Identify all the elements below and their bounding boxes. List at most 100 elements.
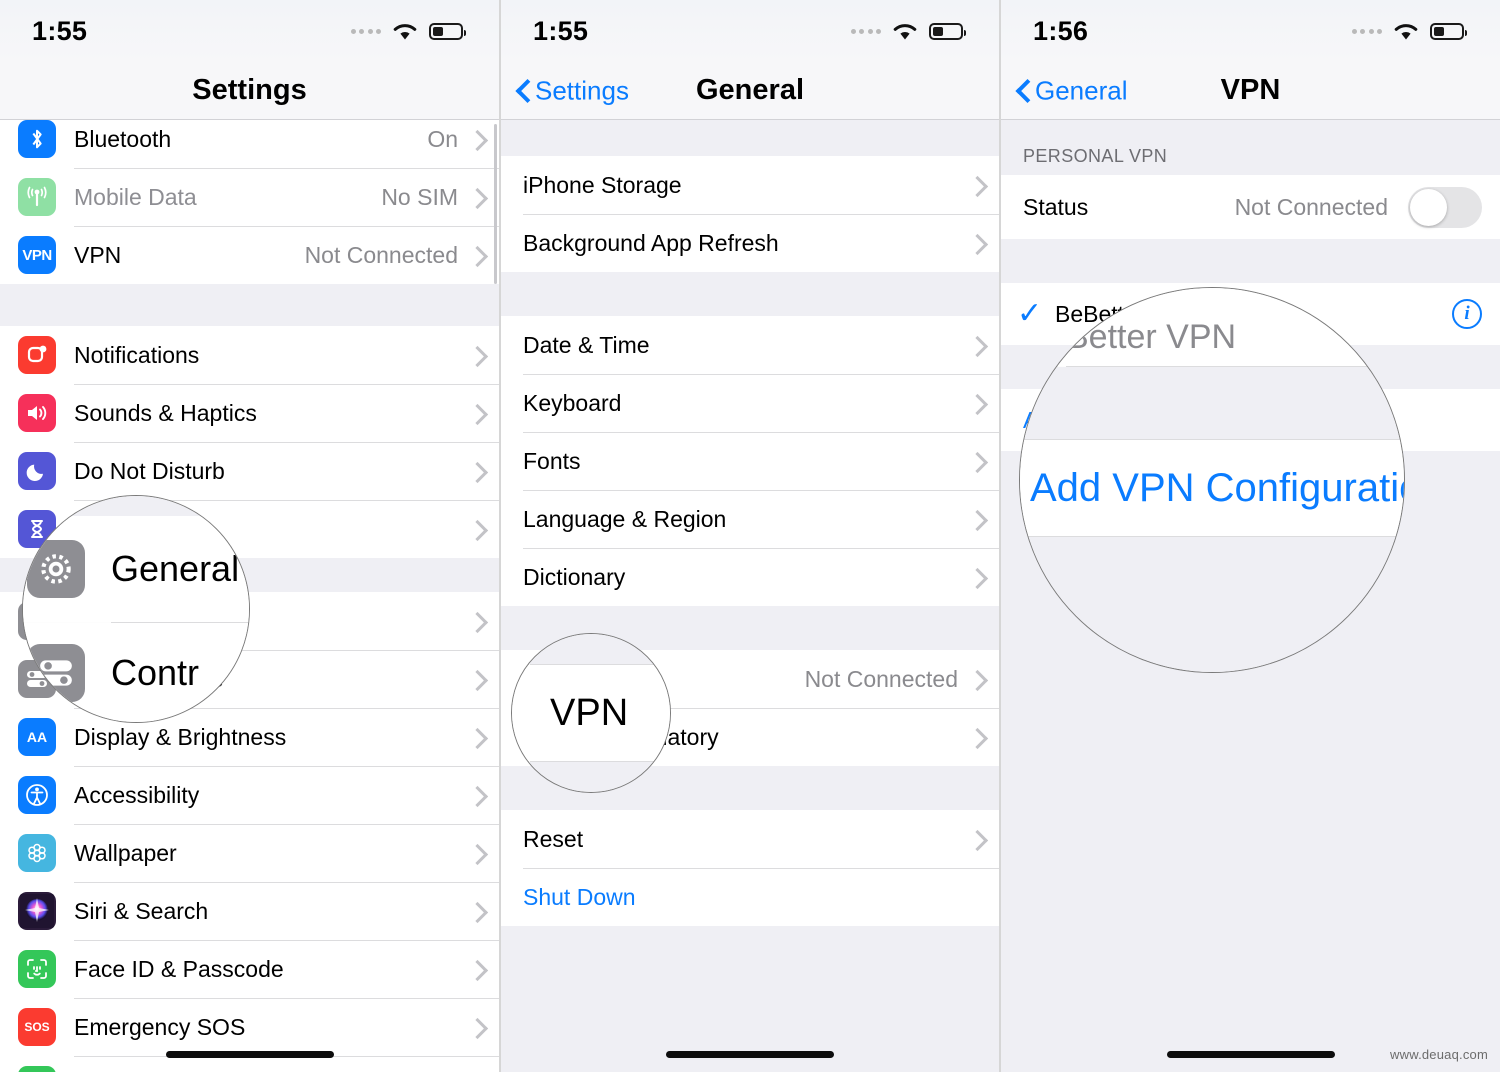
nav-bar-vpn: General VPN: [1001, 62, 1500, 120]
magnified-label-vpn: VPN: [550, 691, 629, 734]
magnifier-circle-vpn: VPN: [511, 633, 671, 793]
magnifier-content: General Contr: [23, 496, 249, 722]
status-time: 1:55: [32, 15, 88, 46]
list-item-reset[interactable]: Reset: [501, 810, 999, 868]
watermark: www.deuaq.com: [1390, 1047, 1488, 1062]
do-not-disturb-icon: [18, 452, 56, 490]
chevron-right-icon: [470, 130, 481, 149]
magnified-label-control-centre: Contr: [111, 652, 200, 693]
home-indicator: [1166, 1051, 1335, 1058]
battery-icon: [1430, 22, 1467, 40]
list-item-iphone-storage[interactable]: iPhone Storage: [501, 156, 999, 214]
back-button-settings[interactable]: Settings: [517, 75, 629, 106]
face-id-passcode-icon: [18, 950, 56, 988]
list-group-reset: Reset Shut Down: [501, 810, 999, 926]
list-group-locale: Date & Time Keyboard Fonts Language & Re…: [501, 316, 999, 606]
magnifier-circle-add-vpn: Better VPN Add VPN Configuration.: [1019, 287, 1405, 673]
sidebar-item-sounds-haptics[interactable]: Sounds & Haptics: [0, 384, 499, 442]
sidebar-item-vpn[interactable]: VPN VPN Not Connected: [0, 226, 499, 284]
sidebar-item-label: VPN: [74, 241, 122, 268]
back-button-label: Settings: [535, 75, 629, 105]
list-item-label: Language & Region: [523, 505, 727, 532]
chevron-right-icon: [970, 452, 981, 471]
chevron-right-icon: [970, 510, 981, 529]
list-item-shut-down[interactable]: Shut Down: [501, 868, 999, 926]
bluetooth-icon: [18, 120, 56, 158]
phone-screen-vpn: 1:56 General VPN PERSONAL VPN Status Not…: [1000, 0, 1500, 1072]
sidebar-item-wallpaper[interactable]: Wallpaper: [0, 824, 499, 882]
vpn-status-label: Status: [1023, 193, 1089, 220]
chevron-right-icon: [470, 786, 481, 805]
magnified-label-add-vpn-configuration: Add VPN Configuration.: [1030, 465, 1404, 510]
sidebar-item-battery[interactable]: Battery: [0, 1056, 499, 1072]
list-item-label: Shut Down: [523, 883, 636, 910]
sidebar-item-siri-search[interactable]: Siri & Search: [0, 882, 499, 940]
chevron-right-icon: [970, 176, 981, 195]
list-group-storage: iPhone Storage Background App Refresh: [501, 156, 999, 272]
sidebar-item-face-id-passcode[interactable]: Face ID & Passcode: [0, 940, 499, 998]
list-group-status: Status Not Connected: [1001, 175, 1500, 239]
vpn-status-toggle[interactable]: [1408, 186, 1482, 228]
battery-settings-icon: [18, 1066, 56, 1072]
chevron-right-icon: [470, 844, 481, 863]
row-value: Not Connected: [804, 665, 958, 692]
magnifier-content: Better VPN Add VPN Configuration.: [1020, 288, 1404, 672]
list-group-connectivity: Bluetooth On Mobile Data No SIM VPN VPN …: [0, 120, 499, 284]
wifi-icon: [892, 22, 918, 41]
sidebar-item-bluetooth[interactable]: Bluetooth On: [0, 120, 499, 168]
chevron-right-icon: [470, 670, 481, 689]
chevron-right-icon: [970, 336, 981, 355]
list-item-background-app-refresh[interactable]: Background App Refresh: [501, 214, 999, 272]
sidebar-item-emergency-sos[interactable]: SOS Emergency SOS: [0, 998, 499, 1056]
chevron-right-icon: [970, 728, 981, 747]
chevron-right-icon: [470, 728, 481, 747]
chevron-right-icon: [470, 612, 481, 631]
sidebar-item-label: Accessibility: [74, 781, 200, 808]
back-button-general[interactable]: General: [1017, 75, 1128, 106]
screenshot-root: 1:55 Settings Bluetooth On Mobile Data N…: [0, 0, 1500, 1072]
signal-dots-icon: [350, 28, 381, 34]
chevron-right-icon: [970, 568, 981, 587]
chevron-right-icon: [470, 902, 481, 921]
vpn-status-value: Not Connected: [1234, 193, 1388, 220]
chevron-left-icon: [517, 79, 530, 102]
sidebar-item-accessibility[interactable]: Accessibility: [0, 766, 499, 824]
list-item-label: Keyboard: [523, 389, 622, 416]
list-item-fonts[interactable]: Fonts: [501, 432, 999, 490]
chevron-right-icon: [470, 404, 481, 423]
chevron-right-icon: [470, 960, 481, 979]
list-item-label: iPhone Storage: [523, 171, 682, 198]
list-item-date-time[interactable]: Date & Time: [501, 316, 999, 374]
vpn-icon: VPN: [18, 236, 56, 274]
status-icons: [850, 22, 966, 41]
scrollbar[interactable]: [494, 124, 497, 284]
sidebar-item-mobile-data[interactable]: Mobile Data No SIM: [0, 168, 499, 226]
sidebar-item-label: Siri & Search: [74, 897, 209, 924]
chevron-right-icon: [970, 394, 981, 413]
sounds-haptics-icon: [18, 394, 56, 432]
list-item-dictionary[interactable]: Dictionary: [501, 548, 999, 606]
list-item-keyboard[interactable]: Keyboard: [501, 374, 999, 432]
sidebar-item-label: Notifications: [74, 341, 200, 368]
status-icons: [350, 22, 466, 41]
status-bar: 1:55: [0, 0, 499, 62]
control-centre-icon: [27, 644, 85, 702]
magnifier-circle-general: General Contr: [22, 495, 250, 723]
sidebar-item-do-not-disturb[interactable]: Do Not Disturb: [0, 442, 499, 500]
info-icon[interactable]: i: [1452, 299, 1482, 329]
sidebar-item-label: Wallpaper: [74, 839, 177, 866]
page-title: VPN: [1220, 74, 1281, 106]
row-value: On: [427, 125, 458, 152]
chevron-right-icon: [970, 670, 981, 689]
sidebar-item-notifications[interactable]: Notifications: [0, 326, 499, 384]
general-list[interactable]: iPhone Storage Background App Refresh Da…: [501, 120, 999, 1072]
chevron-right-icon: [970, 234, 981, 253]
accessibility-icon: [18, 776, 56, 814]
list-item-language-region[interactable]: Language & Region: [501, 490, 999, 548]
chevron-right-icon: [470, 462, 481, 481]
sidebar-item-label: Display & Brightness: [74, 723, 287, 750]
magnified-label-better-vpn: Better VPN: [1066, 317, 1237, 356]
vpn-status-row[interactable]: Status Not Connected: [1001, 175, 1500, 239]
page-title: General: [696, 74, 804, 106]
chevron-right-icon: [470, 246, 481, 265]
